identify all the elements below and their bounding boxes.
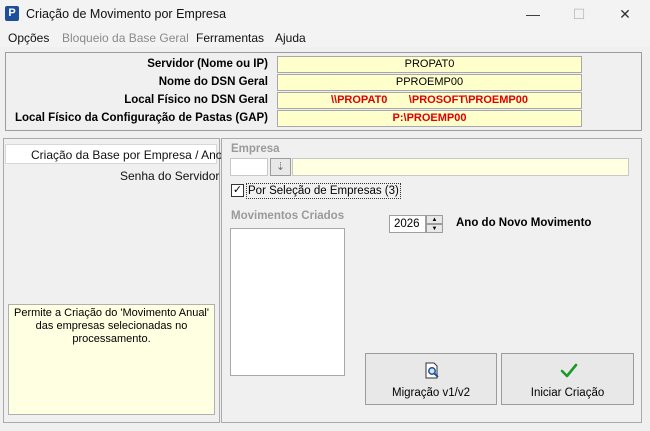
empresa-lookup-button[interactable]: ⇣ (270, 158, 291, 176)
empresa-label: Empresa (231, 143, 280, 155)
menu-bloqueio-base-geral[interactable]: Bloqueio da Base Geral (62, 29, 189, 47)
migracao-button[interactable]: Migração v1/v2 (365, 353, 497, 405)
dsn-name-label: Nome do DSN Geral (158, 76, 268, 88)
selection-checkbox-label[interactable]: Por Seleção de Empresas (3) (246, 183, 401, 199)
iniciar-criacao-button-label: Iniciar Criação (530, 387, 605, 399)
dsn-name-value: PPROEMP00 (277, 74, 582, 91)
year-down-button[interactable]: ▼ (426, 224, 443, 233)
year-up-button[interactable]: ▲ (426, 215, 443, 224)
menu-opcoes[interactable]: Opções (8, 29, 49, 47)
menu-ajuda[interactable]: Ajuda (275, 29, 306, 47)
selection-checkbox[interactable]: ✓ (231, 184, 244, 197)
empresa-code-input[interactable] (230, 158, 268, 176)
empresa-name-field (292, 158, 629, 176)
nav-item-criacao-base[interactable]: Criação da Base por Empresa / Ano (31, 148, 222, 162)
dsn-path-label: Local Físico no DSN Geral (124, 94, 268, 106)
maximize-button[interactable]: ☐ (556, 0, 602, 29)
year-label: Ano do Novo Movimento (456, 217, 592, 229)
checkmark-icon (560, 363, 578, 378)
server-label: Servidor (Nome ou IP) (147, 58, 268, 70)
dsn-path-value: \\PROPAT0 \PROSOFT\PROEMP00 (277, 92, 582, 109)
close-button[interactable]: ✕ (602, 0, 648, 29)
app-icon: P (5, 6, 19, 21)
year-input[interactable]: 2026 (389, 215, 426, 233)
minimize-button[interactable]: — (510, 0, 556, 29)
document-search-icon (425, 362, 439, 379)
gap-path-value: P:\PROEMP00 (277, 110, 582, 127)
gap-path-label: Local Físico da Configuração de Pastas (… (14, 112, 268, 124)
movimentos-list[interactable] (230, 228, 345, 376)
info-box: Permite a Criação do 'Movimento Anual' d… (8, 304, 215, 415)
menu-ferramentas[interactable]: Ferramentas (196, 29, 264, 47)
migracao-button-label: Migração v1/v2 (392, 387, 470, 399)
server-value: PROPAT0 (277, 56, 582, 73)
window-title: Criação de Movimento por Empresa (26, 7, 227, 21)
movimentos-label: Movimentos Criados (231, 210, 345, 222)
nav-item-senha-servidor[interactable]: Senha do Servidor (120, 169, 219, 183)
iniciar-criacao-button[interactable]: Iniciar Criação (501, 353, 634, 405)
